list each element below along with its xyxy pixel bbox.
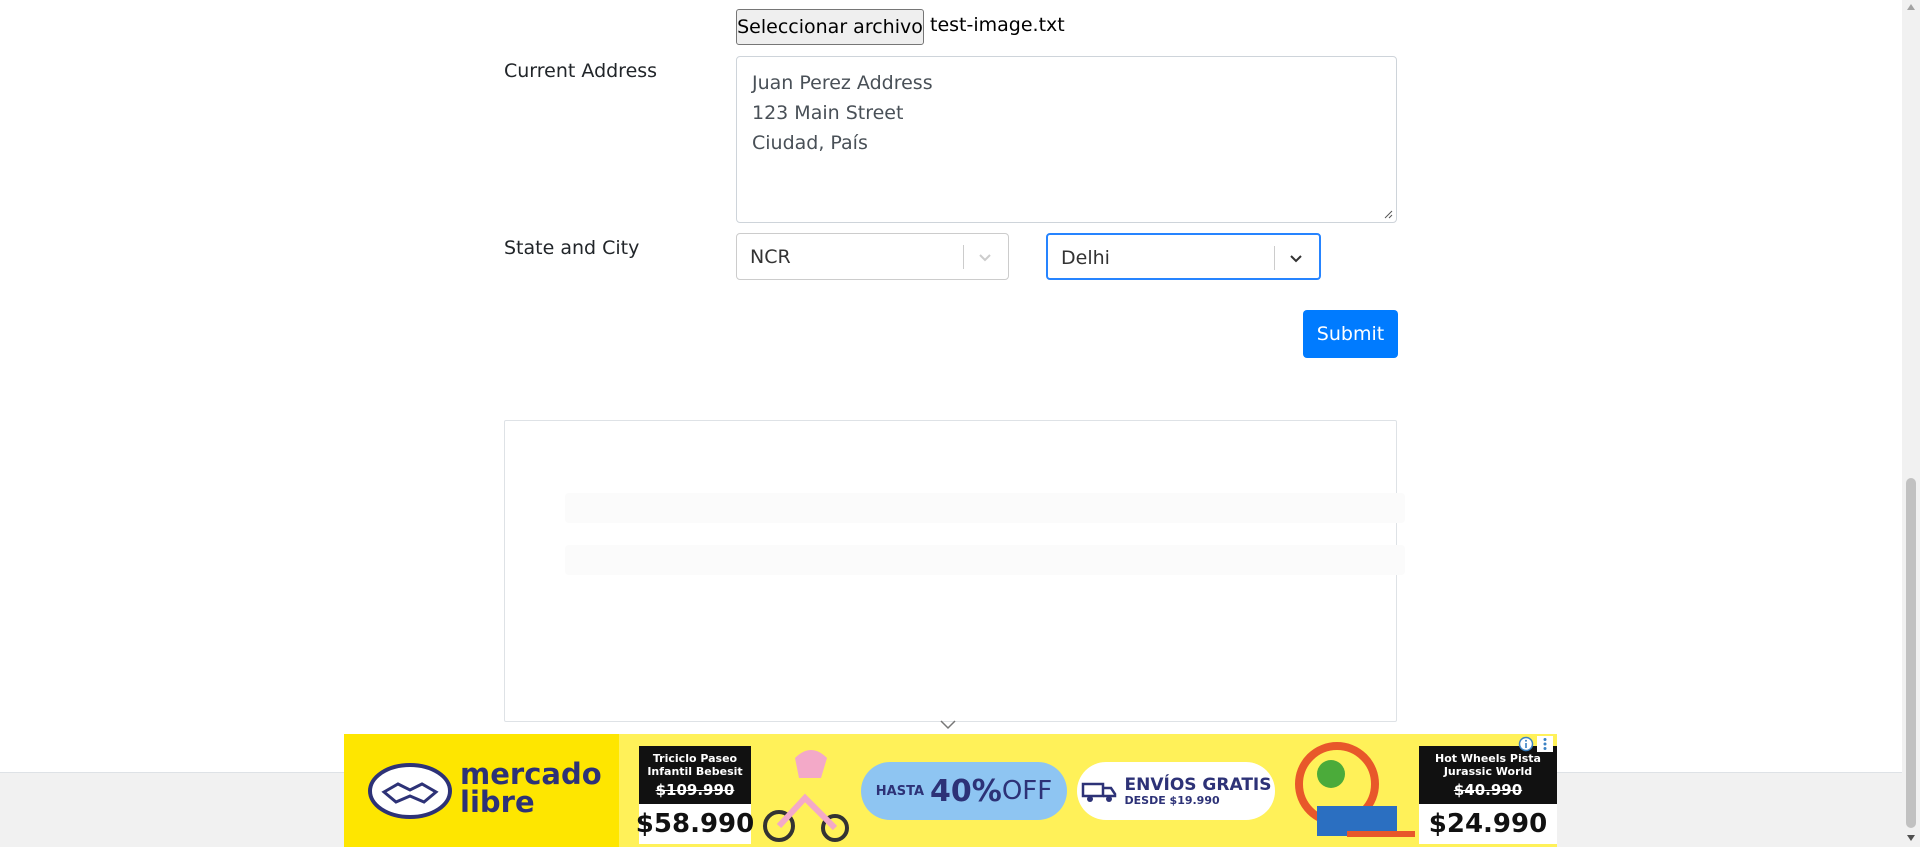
address-line: Juan Perez Address bbox=[752, 72, 933, 94]
promo-percent: 40% bbox=[930, 773, 1002, 809]
tricycle-image-icon bbox=[763, 750, 849, 842]
current-address-label: Current Address bbox=[504, 60, 658, 82]
ad-info-icon[interactable] bbox=[1518, 736, 1534, 752]
address-line: Ciudad, País bbox=[752, 132, 868, 154]
chevron-down-icon[interactable] bbox=[938, 719, 958, 731]
discount-promo: HASTA 40% OFF bbox=[861, 762, 1067, 820]
scroll-down-arrow-icon[interactable] bbox=[1906, 834, 1916, 842]
toy-track-image-icon bbox=[1295, 742, 1415, 837]
shipping-subtitle: DESDE $19.990 bbox=[1124, 793, 1220, 807]
product-name: Jurassic World bbox=[1443, 765, 1533, 778]
chevron-down-icon[interactable] bbox=[1286, 248, 1306, 268]
price: $58.990 bbox=[636, 804, 754, 844]
scrollbar-thumb[interactable] bbox=[1906, 478, 1916, 828]
state-city-label: State and City bbox=[504, 237, 640, 259]
ad-menu-icon[interactable] bbox=[1537, 736, 1553, 752]
price: $24.990 bbox=[1419, 804, 1557, 844]
product-name: Triciclo Paseo bbox=[652, 752, 738, 765]
state-select[interactable]: NCR bbox=[736, 233, 1009, 280]
choose-file-button[interactable]: Seleccionar archivo bbox=[736, 9, 924, 45]
faint-content bbox=[565, 545, 1405, 575]
select-separator bbox=[1274, 246, 1275, 270]
free-shipping-promo: ENVÍOS GRATIS DESDE $19.990 bbox=[1077, 762, 1275, 820]
ad-logo-area: mercado libre bbox=[344, 734, 619, 847]
state-select-value: NCR bbox=[750, 246, 791, 268]
product-price-card: Triciclo Paseo Infantil Bebesit $109.990… bbox=[636, 746, 754, 844]
current-address-textarea[interactable]: Juan Perez Address 123 Main Street Ciuda… bbox=[736, 56, 1397, 223]
handshake-logo-icon bbox=[368, 763, 452, 819]
brand-line2: libre bbox=[460, 785, 535, 819]
promo-suffix: OFF bbox=[1001, 776, 1053, 806]
shipping-title: ENVÍOS GRATIS bbox=[1124, 774, 1272, 795]
resize-grip-icon[interactable] bbox=[1383, 209, 1393, 219]
submit-button[interactable]: Submit bbox=[1303, 310, 1398, 358]
product-price-card: Hot Wheels Pista Jurassic World $40.990 … bbox=[1419, 746, 1557, 844]
city-select-value: Delhi bbox=[1061, 247, 1110, 269]
old-price: $40.990 bbox=[1453, 781, 1523, 799]
delivery-truck-icon bbox=[1081, 782, 1116, 802]
city-select[interactable]: Delhi bbox=[1046, 233, 1321, 280]
ad-banner[interactable]: mercado libre Triciclo Paseo Infantil Be… bbox=[344, 734, 1557, 847]
old-price: $109.990 bbox=[655, 781, 735, 799]
scroll-up-arrow-icon[interactable] bbox=[1906, 3, 1916, 11]
selected-file-name: test-image.txt bbox=[930, 14, 1065, 36]
select-separator bbox=[963, 245, 964, 269]
address-line: 123 Main Street bbox=[752, 102, 904, 124]
product-name: Infantil Bebesit bbox=[647, 765, 743, 778]
faint-content bbox=[565, 493, 1405, 523]
output-panel bbox=[504, 420, 1405, 722]
promo-prefix: HASTA bbox=[875, 783, 925, 799]
ad-offers: Triciclo Paseo Infantil Bebesit $109.990… bbox=[619, 734, 1557, 847]
brand-line1: mercado bbox=[460, 757, 602, 791]
chevron-down-icon[interactable] bbox=[975, 247, 995, 267]
